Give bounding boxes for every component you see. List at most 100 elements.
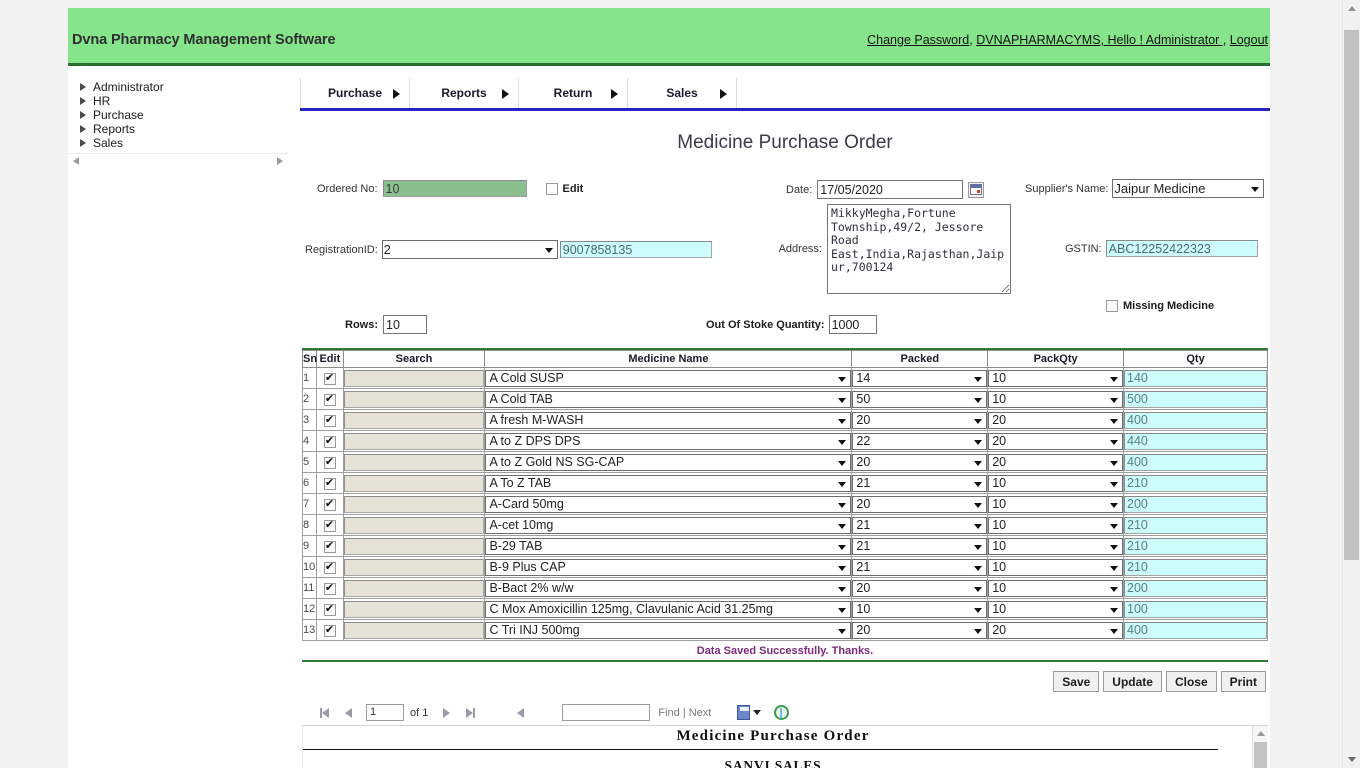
scrollbar-thumb[interactable] <box>1254 742 1267 768</box>
phone-input[interactable] <box>559 241 712 258</box>
missing-medicine-checkbox[interactable] <box>1106 300 1118 312</box>
find-next-label[interactable]: Find | Next <box>658 707 711 719</box>
expand-arrow-icon[interactable] <box>76 97 90 105</box>
qty-input[interactable]: 400 <box>1124 453 1267 471</box>
scroll-down-icon[interactable] <box>1343 751 1360 768</box>
qty-input[interactable]: 100 <box>1124 600 1267 618</box>
next-page-icon[interactable] <box>434 702 458 724</box>
ordered-no-input[interactable] <box>382 180 527 197</box>
search-input[interactable] <box>343 369 485 387</box>
packed-select[interactable]: 50 <box>852 390 988 408</box>
gstin-input[interactable] <box>1105 240 1258 257</box>
scroll-left-icon[interactable] <box>73 157 79 165</box>
medicine-name-select[interactable]: B-9 Plus CAP <box>485 558 852 576</box>
packqty-select[interactable]: 10 <box>988 474 1124 492</box>
search-input[interactable] <box>343 495 485 513</box>
packqty-select[interactable]: 20 <box>988 411 1124 429</box>
scroll-up-icon[interactable] <box>1343 0 1360 17</box>
back-to-parent-icon[interactable] <box>508 702 532 724</box>
scrollbar-thumb[interactable] <box>1344 30 1359 560</box>
export-save-icon[interactable] <box>737 702 762 724</box>
medicine-name-select[interactable]: A fresh M-WASH <box>485 411 852 429</box>
packqty-select[interactable]: 10 <box>988 537 1124 555</box>
search-input[interactable] <box>343 390 485 408</box>
address-textarea[interactable]: MikkyMegha,Fortune Township,49/2, Jessor… <box>827 204 1011 294</box>
packed-select[interactable]: 20 <box>852 579 988 597</box>
search-input[interactable] <box>343 558 485 576</box>
packqty-select[interactable]: 10 <box>988 390 1124 408</box>
medicine-name-select[interactable]: A-Card 50mg <box>485 495 852 513</box>
row-edit-checkbox[interactable] <box>323 602 336 616</box>
sidebar-item-purchase[interactable]: Purchase <box>76 108 288 122</box>
row-edit-checkbox[interactable] <box>323 434 336 448</box>
qty-input[interactable]: 400 <box>1124 411 1267 429</box>
close-button[interactable]: Close <box>1165 671 1217 692</box>
logout-link[interactable]: Logout <box>1230 33 1268 47</box>
edit-checkbox[interactable] <box>545 182 558 195</box>
last-page-icon[interactable] <box>458 702 482 724</box>
row-edit-checkbox[interactable] <box>323 539 336 553</box>
qty-input[interactable]: 500 <box>1124 390 1267 408</box>
sidebar-item-administrator[interactable]: Administrator <box>76 80 288 94</box>
previous-page-icon[interactable] <box>336 702 360 724</box>
account-link[interactable]: DVNAPHARMACYMS, Hello ! Administrator <box>976 33 1223 47</box>
scroll-right-icon[interactable] <box>277 157 283 165</box>
change-password-link[interactable]: Change Password <box>867 33 969 47</box>
supplier-select-wrap[interactable]: Jaipur Medicine <box>1112 179 1265 198</box>
out-of-stock-input[interactable] <box>828 315 877 334</box>
search-input[interactable] <box>343 621 485 639</box>
packed-select[interactable]: 21 <box>852 537 988 555</box>
expand-arrow-icon[interactable] <box>76 83 90 91</box>
row-edit-checkbox[interactable] <box>323 560 336 574</box>
page-number-input[interactable]: 1 <box>366 704 404 721</box>
registration-id-select[interactable]: 2 <box>381 240 558 259</box>
search-input[interactable] <box>343 516 485 534</box>
medicine-name-select[interactable]: A to Z Gold NS SG-CAP <box>485 453 852 471</box>
expand-arrow-icon[interactable] <box>76 111 90 119</box>
save-button[interactable]: Save <box>1053 671 1100 692</box>
sidebar-item-hr[interactable]: HR <box>76 94 288 108</box>
packed-select[interactable]: 22 <box>852 432 988 450</box>
row-edit-checkbox[interactable] <box>323 455 336 469</box>
packqty-select[interactable]: 20 <box>988 453 1124 471</box>
report-vertical-scrollbar[interactable] <box>1252 726 1268 768</box>
row-edit-checkbox[interactable] <box>323 371 336 385</box>
packed-select[interactable]: 10 <box>852 600 988 618</box>
sidebar-item-reports[interactable]: Reports <box>76 122 288 136</box>
date-input[interactable] <box>817 180 964 199</box>
medicine-name-select[interactable]: B-29 TAB <box>485 537 852 555</box>
packed-select[interactable]: 20 <box>852 495 988 513</box>
packed-select[interactable]: 20 <box>852 621 988 639</box>
packqty-select[interactable]: 10 <box>988 600 1124 618</box>
packqty-select[interactable]: 10 <box>988 579 1124 597</box>
rows-input[interactable] <box>383 315 427 334</box>
menu-item-reports[interactable]: Reports <box>410 78 519 108</box>
packqty-select[interactable]: 10 <box>988 495 1124 513</box>
packed-select[interactable]: 21 <box>852 558 988 576</box>
page-vertical-scrollbar[interactable] <box>1342 0 1360 768</box>
first-page-icon[interactable] <box>312 702 336 724</box>
row-edit-checkbox[interactable] <box>323 518 336 532</box>
sidebar-item-sales[interactable]: Sales <box>76 136 288 150</box>
packqty-select[interactable]: 10 <box>988 369 1124 387</box>
row-edit-checkbox[interactable] <box>323 476 336 490</box>
menu-item-return[interactable]: Return <box>519 78 628 108</box>
medicine-name-select[interactable]: A-cet 10mg <box>485 516 852 534</box>
calendar-icon[interactable] <box>968 181 985 198</box>
medicine-name-select[interactable]: C Mox Amoxicillin 125mg, Clavulanic Acid… <box>485 600 852 618</box>
packed-select[interactable]: 14 <box>852 369 988 387</box>
medicine-name-select[interactable]: C Tri INJ 500mg <box>485 621 852 639</box>
medicine-name-select[interactable]: B-Bact 2% w/w <box>485 579 852 597</box>
row-edit-checkbox[interactable] <box>323 623 336 637</box>
search-input[interactable] <box>343 432 485 450</box>
qty-input[interactable]: 210 <box>1124 537 1267 555</box>
medicine-name-select[interactable]: A Cold TAB <box>485 390 852 408</box>
row-edit-checkbox[interactable] <box>323 413 336 427</box>
packed-select[interactable]: 21 <box>852 474 988 492</box>
qty-input[interactable]: 200 <box>1124 579 1267 597</box>
packqty-select[interactable]: 20 <box>988 432 1124 450</box>
qty-input[interactable]: 210 <box>1124 474 1267 492</box>
search-input[interactable] <box>343 579 485 597</box>
scroll-up-icon[interactable] <box>1257 731 1265 736</box>
refresh-icon[interactable] <box>769 702 793 724</box>
